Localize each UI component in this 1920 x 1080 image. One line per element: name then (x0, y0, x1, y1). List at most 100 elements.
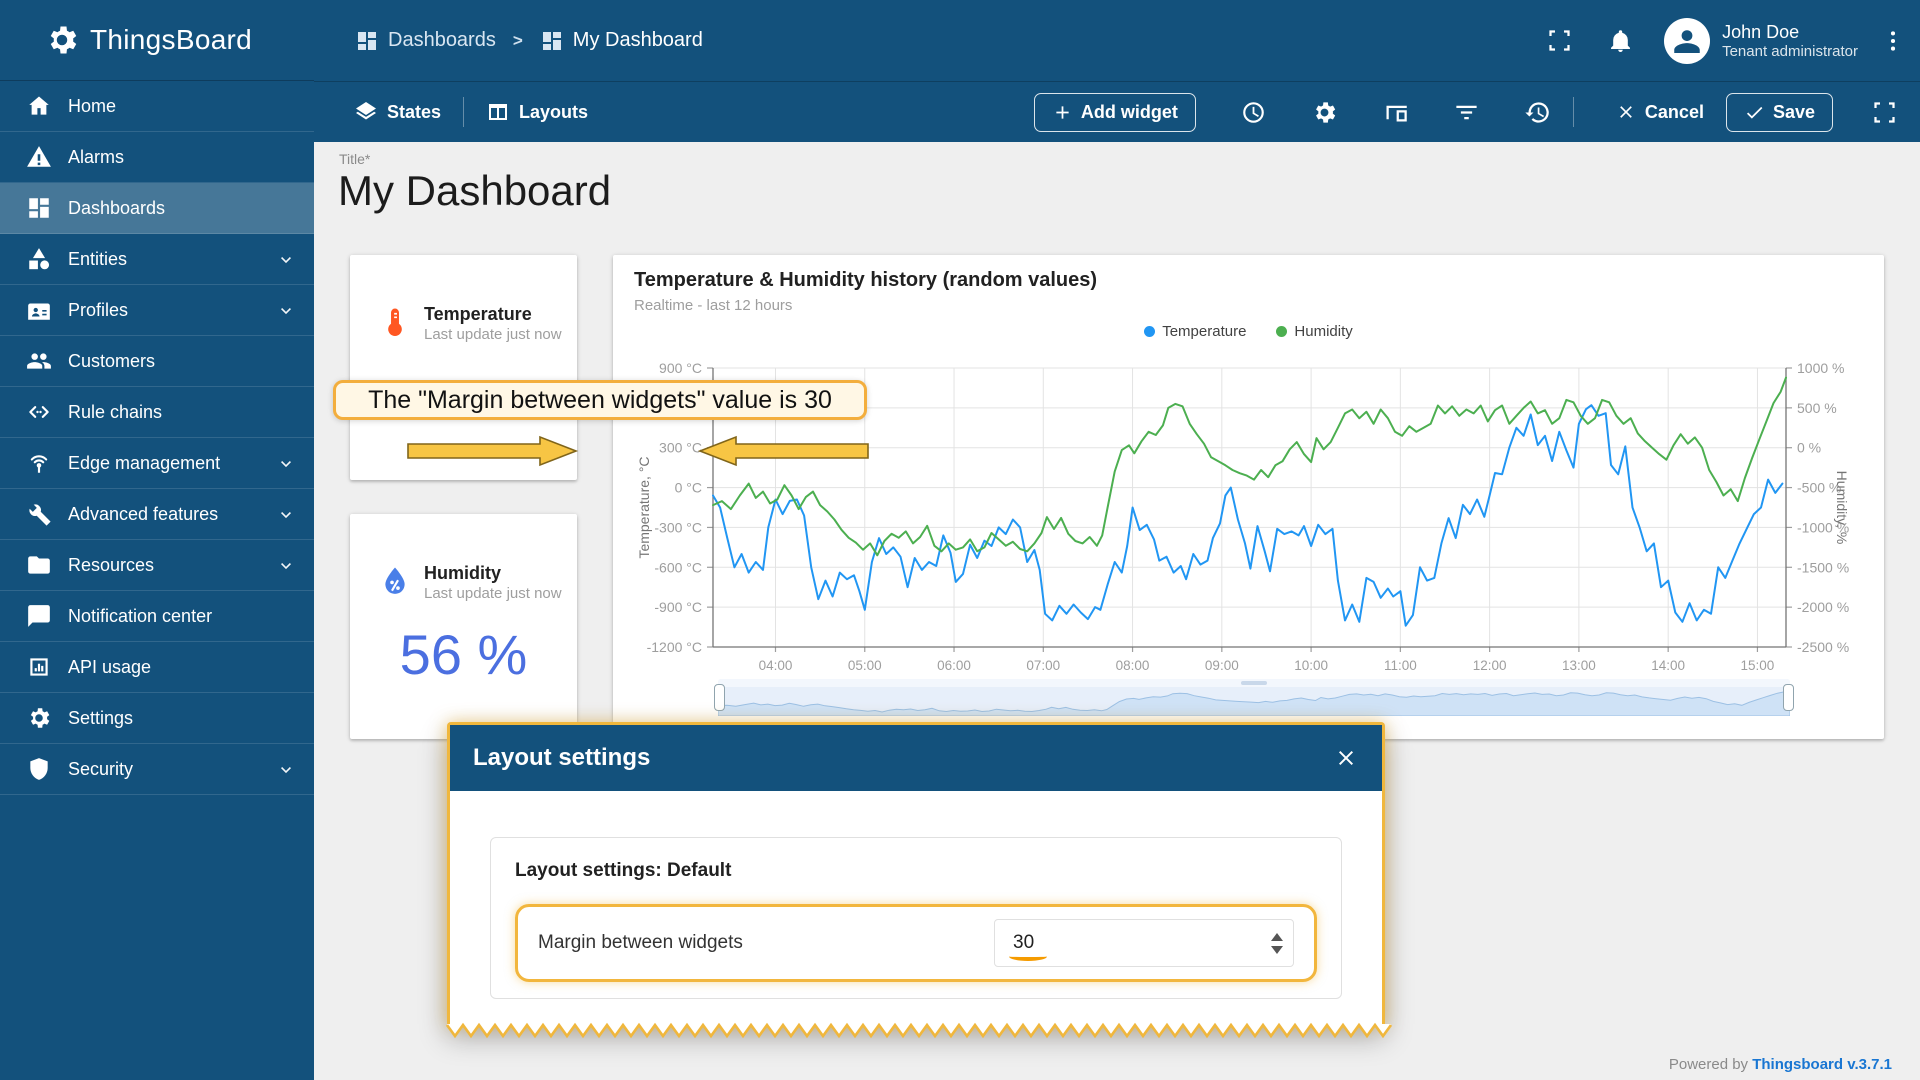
dialog-header: Layout settings (450, 725, 1382, 791)
svg-text:900 °C: 900 °C (659, 360, 702, 376)
add-widget-button[interactable]: Add widget (1034, 93, 1196, 132)
dialog-body: Layout settings: Default Margin between … (450, 791, 1382, 1025)
sidebar-item-edge-management[interactable]: Edge management (0, 438, 314, 489)
avatar[interactable] (1664, 18, 1710, 64)
add-widget-label: Add widget (1081, 102, 1178, 123)
fullscreen-icon[interactable] (1546, 27, 1573, 54)
app-logo[interactable]: ThingsBoard (0, 0, 314, 81)
sidebar-item-settings[interactable]: Settings (0, 693, 314, 744)
svg-text:-1200 °C: -1200 °C (647, 639, 702, 655)
margin-value: 30 (1013, 932, 1034, 954)
badge-icon (26, 297, 52, 323)
sidebar-item-notification-center[interactable]: Notification center (0, 591, 314, 642)
sidebar-item-rule-chains[interactable]: Rule chains (0, 387, 314, 438)
layouts-icon (486, 100, 510, 124)
entity-aliases-devices-icon[interactable] (1382, 99, 1409, 126)
sidebar-item-label: Rule chains (68, 402, 296, 423)
states-icon (354, 100, 378, 124)
stepper-down-icon[interactable] (1271, 946, 1283, 954)
sidebar-item-label: Customers (68, 351, 296, 372)
warning-icon (26, 144, 52, 170)
svg-text:15:00: 15:00 (1741, 658, 1775, 673)
dashboard-content: Title* My Dashboard Temperature Last upd… (314, 142, 1920, 1080)
sidebar-item-resources[interactable]: Resources (0, 540, 314, 591)
navigator-left-handle[interactable] (714, 684, 725, 711)
margin-arrows (402, 434, 874, 468)
user-menu[interactable]: John Doe Tenant administrator (1722, 21, 1858, 60)
layouts-button[interactable]: Layouts (486, 100, 588, 124)
sidebar-item-alarms[interactable]: Alarms (0, 132, 314, 183)
notifications-bell-icon[interactable] (1607, 27, 1634, 54)
sidebar-item-label: API usage (68, 657, 296, 678)
svg-text:-600 °C: -600 °C (654, 559, 702, 575)
sidebar-item-label: Advanced features (68, 504, 276, 525)
page-title: My Dashboard (338, 167, 611, 215)
sidebar-menu: HomeAlarms Dashboards Entities Profiles Cust… (0, 81, 314, 795)
person-icon (1670, 24, 1704, 58)
chevron-down-icon (276, 453, 296, 473)
version-history-icon[interactable] (1524, 99, 1551, 126)
more-options-icon[interactable] (1880, 28, 1906, 54)
sidebar-item-customers[interactable]: Customers (0, 336, 314, 387)
humidity-value: 56 % (350, 622, 577, 687)
save-button[interactable]: Save (1726, 93, 1833, 132)
humidity-widget: Humidity Last update just now 56 % (350, 514, 577, 739)
sidebar-item-label: Notification center (68, 606, 296, 627)
shield-icon (26, 756, 52, 782)
chat-icon (26, 603, 52, 629)
sidebar-item-advanced-features[interactable]: Advanced features (0, 489, 314, 540)
app-name: ThingsBoard (90, 24, 252, 56)
chevron-down-icon (276, 300, 296, 320)
svg-text:05:00: 05:00 (848, 658, 882, 673)
version-link[interactable]: Thingsboard v.3.7.1 (1752, 1056, 1892, 1073)
breadcrumb-dashboards[interactable]: Dashboards (388, 29, 496, 52)
timewindow-clock-icon[interactable] (1240, 99, 1267, 126)
people-icon (26, 348, 52, 374)
svg-text:Humidity, %: Humidity, % (1834, 471, 1850, 545)
dialog-close-icon[interactable] (1334, 746, 1358, 770)
footer: Powered by Thingsboard v.3.7.1 (1669, 1056, 1892, 1073)
states-button[interactable]: States (354, 100, 441, 124)
dashboard-toolbar: States Layouts Add widget (314, 81, 1920, 142)
plus-icon (1052, 102, 1073, 123)
sidebar-item-dashboards[interactable]: Dashboards (0, 183, 314, 234)
chevron-down-icon (276, 249, 296, 269)
chart-navigator[interactable] (718, 679, 1790, 716)
svg-text:Temperature, °C: Temperature, °C (636, 456, 652, 558)
stepper-up-icon[interactable] (1271, 933, 1283, 941)
states-label: States (387, 102, 441, 123)
chevron-down-icon (276, 555, 296, 575)
expand-fullscreen-icon[interactable] (1871, 99, 1898, 126)
home-icon (26, 93, 52, 119)
svg-text:10:00: 10:00 (1294, 658, 1328, 673)
user-role: Tenant administrator (1722, 43, 1858, 60)
thingsboard-app: ThingsBoard HomeAlarms Dashboards Entities… (0, 0, 1920, 1080)
save-label: Save (1773, 102, 1815, 123)
navigator-right-handle[interactable] (1783, 684, 1794, 711)
margin-annotation: The "Margin between widgets" value is 30 (333, 380, 867, 420)
dashboard-settings-gear-icon[interactable] (1311, 99, 1338, 126)
dialog-title: Layout settings (473, 744, 650, 772)
sidebar-item-home[interactable]: Home (0, 81, 314, 132)
margin-setting-row: Margin between widgets 30 (515, 904, 1317, 982)
api-icon (26, 654, 52, 680)
sidebar-item-api-usage[interactable]: API usage (0, 642, 314, 693)
sidebar-item-security[interactable]: Security (0, 744, 314, 795)
sidebar-item-profiles[interactable]: Profiles (0, 285, 314, 336)
cancel-button[interactable]: Cancel (1616, 102, 1704, 123)
breadcrumb: Dashboards > My Dashboard (355, 29, 703, 53)
sidebar-item-label: Dashboards (68, 198, 296, 219)
gear-icon (26, 705, 52, 731)
category-icon (26, 246, 52, 272)
breadcrumb-my-dashboard: My Dashboard (573, 29, 703, 52)
filters-icon[interactable] (1453, 99, 1480, 126)
chevron-down-icon (276, 504, 296, 524)
title-field-label: Title* (339, 151, 370, 167)
thingsboard-logo-icon (44, 22, 80, 58)
top-header: Dashboards > My Dashboard John Doe Tenan… (314, 0, 1920, 81)
sidebar-item-entities[interactable]: Entities (0, 234, 314, 285)
svg-text:0 °C: 0 °C (675, 480, 702, 496)
margin-input[interactable]: 30 (994, 919, 1294, 967)
sidebar-item-label: Profiles (68, 300, 276, 321)
sidebar-item-label: Resources (68, 555, 276, 576)
